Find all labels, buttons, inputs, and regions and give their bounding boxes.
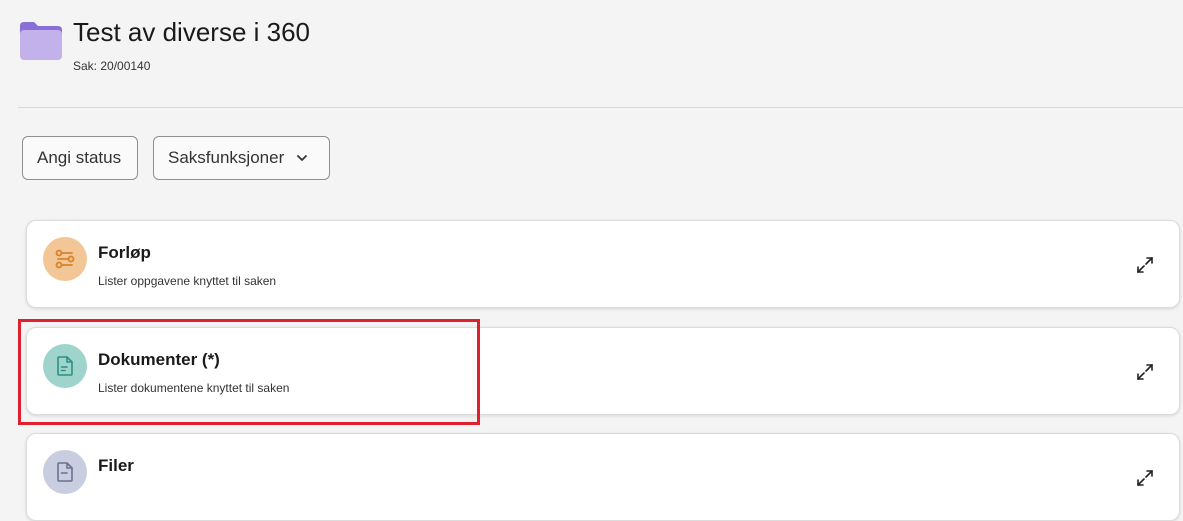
expand-icon[interactable] xyxy=(1135,468,1155,488)
card-title: Dokumenter (*) xyxy=(98,350,220,369)
set-status-label: Angi status xyxy=(37,148,122,167)
card-title: Forløp xyxy=(98,243,151,262)
case-functions-button[interactable]: Saksfunksjoner xyxy=(153,136,330,180)
set-status-button[interactable]: Angi status xyxy=(22,136,138,180)
case-functions-label: Saksfunksjoner xyxy=(168,148,285,167)
file-icon xyxy=(43,450,87,494)
expand-icon[interactable] xyxy=(1135,362,1155,382)
chevron-down-icon xyxy=(296,152,308,164)
divider xyxy=(18,107,1183,108)
folder-icon xyxy=(18,20,64,60)
card-filer[interactable]: Filer xyxy=(26,433,1180,521)
card-description: Lister oppgavene knyttet til saken xyxy=(98,274,277,288)
card-description: Lister dokumentene knyttet til saken xyxy=(98,381,290,395)
card-title: Filer xyxy=(98,456,134,475)
card-dokumenter[interactable]: Dokumenter (*) Lister dokumentene knytte… xyxy=(26,327,1180,415)
document-icon xyxy=(43,344,87,388)
page-title: Test av diverse i 360 xyxy=(73,17,311,47)
card-forlop[interactable]: Forløp Lister oppgavene knyttet til sake… xyxy=(26,220,1180,308)
expand-icon[interactable] xyxy=(1135,255,1155,275)
workflow-icon xyxy=(43,237,87,281)
case-number: Sak: 20/00140 xyxy=(73,59,151,73)
